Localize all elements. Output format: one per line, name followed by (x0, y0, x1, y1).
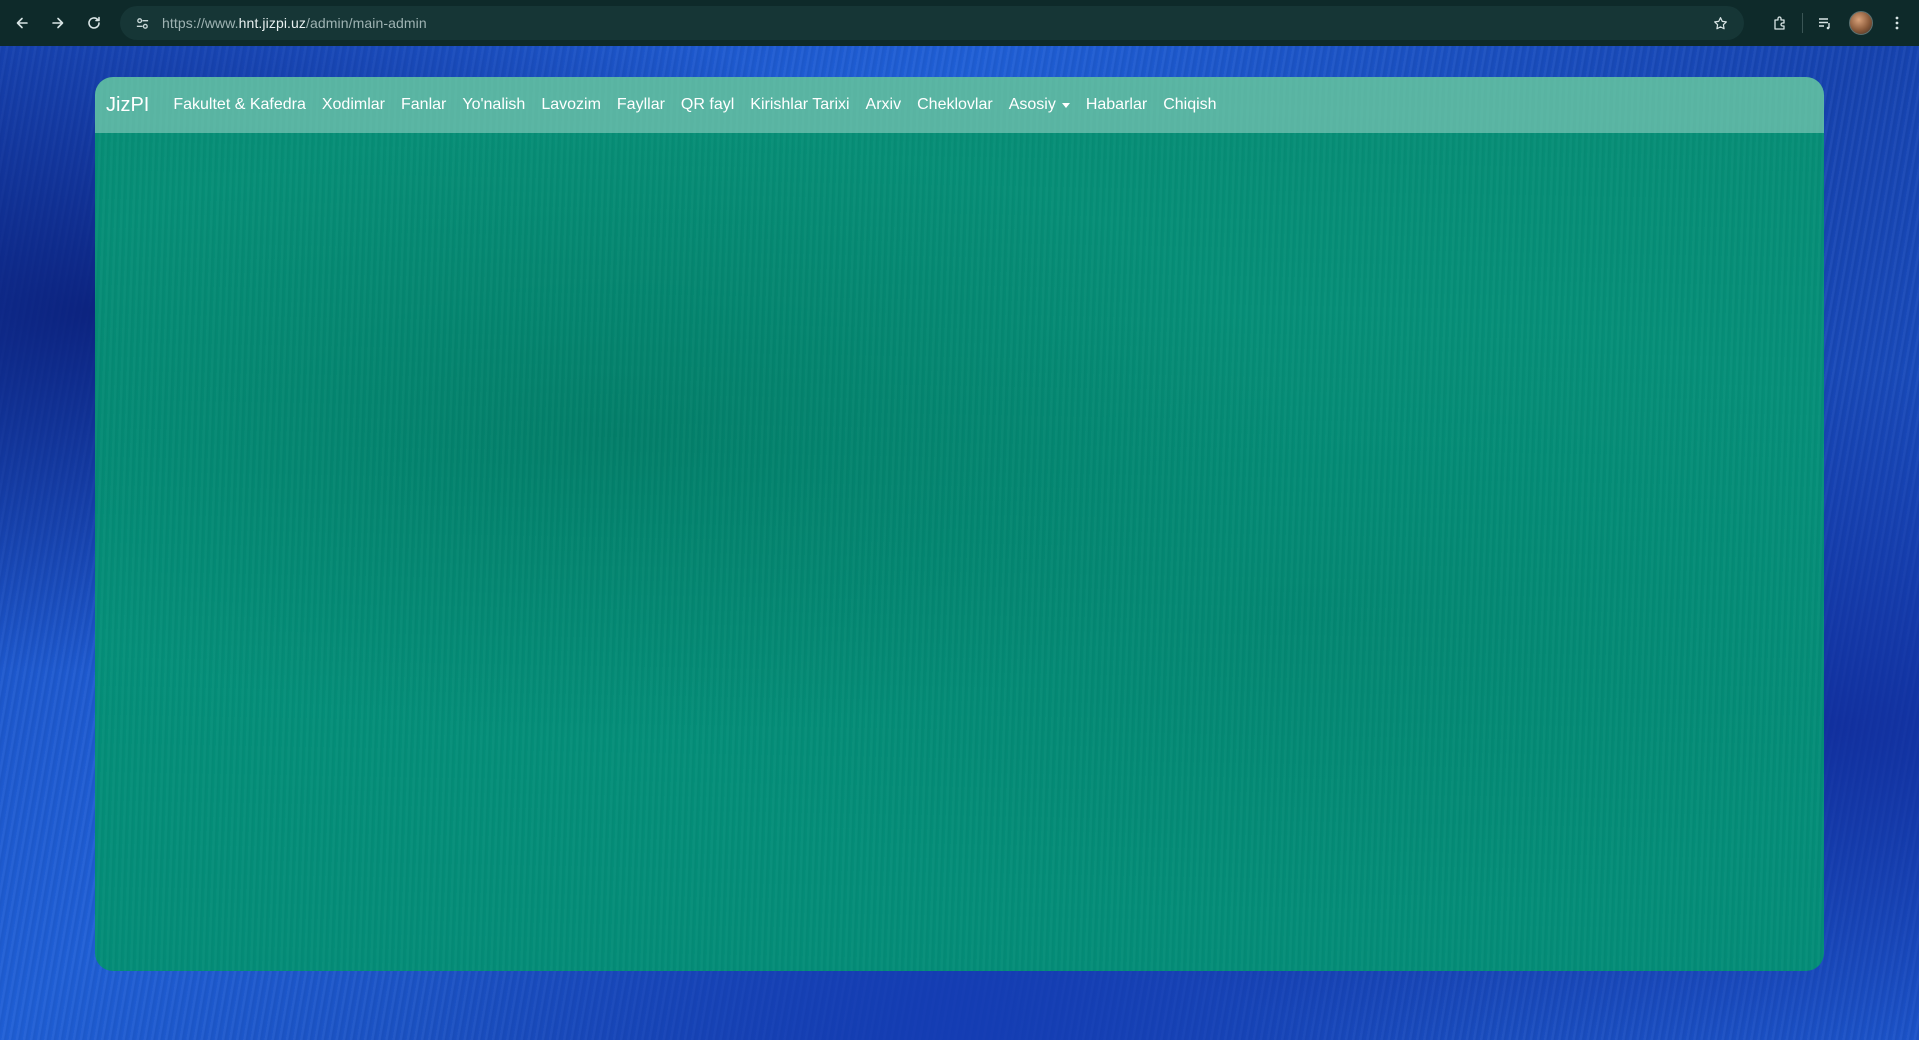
nav-link-kirishlar-tarixi[interactable]: Kirishlar Tarixi (750, 96, 849, 114)
nav-dropdown-label: Asosiy (1008, 96, 1056, 113)
avatar (1849, 11, 1873, 35)
nav-link-qr-fayl[interactable]: QR fayl (681, 96, 734, 114)
nav-dropdown-asosiy[interactable]: Asosiy (1009, 96, 1070, 114)
url-host: hnt.jizpi.uz (238, 15, 307, 31)
browser-right-tools (1762, 0, 1919, 46)
nav-link-lavozim[interactable]: Lavozim (541, 96, 601, 114)
top-navbar: JizPI Fakultet & Kafedra Xodimlar Fanlar… (95, 77, 1824, 133)
nav-link-cheklovlar[interactable]: Cheklovlar (917, 96, 993, 114)
forward-icon[interactable] (40, 5, 76, 41)
url-path: /admin/main-admin (306, 15, 427, 31)
nav-link-arxiv[interactable]: Arxiv (866, 96, 902, 114)
nav-link-xodimlar[interactable]: Xodimlar (322, 96, 385, 114)
reload-icon[interactable] (76, 5, 112, 41)
playlist-icon[interactable] (1807, 5, 1843, 41)
nav-link-fayllar[interactable]: Fayllar (617, 96, 665, 114)
toolbar-divider (1802, 13, 1803, 33)
nav-link-fakultet-kafedra[interactable]: Fakultet & Kafedra (173, 96, 306, 114)
nav-link-yonalish[interactable]: Yo'nalish (462, 96, 525, 114)
kebab-menu-icon[interactable] (1879, 5, 1915, 41)
nav-link-chiqish[interactable]: Chiqish (1163, 96, 1216, 114)
url-text: https://www.hnt.jizpi.uz/admin/main-admi… (162, 15, 427, 31)
puzzle-icon[interactable] (1762, 5, 1798, 41)
browser-toolbar: https://www.hnt.jizpi.uz/admin/main-admi… (0, 0, 1919, 46)
caret-down-icon (1061, 103, 1070, 108)
tune-icon[interactable] (130, 11, 154, 35)
profile-avatar[interactable] (1843, 5, 1879, 41)
address-bar[interactable]: https://www.hnt.jizpi.uz/admin/main-admi… (120, 6, 1744, 40)
brand-logo[interactable]: JizPI (106, 94, 149, 117)
star-icon[interactable] (1708, 11, 1732, 35)
nav-link-fanlar[interactable]: Fanlar (401, 96, 446, 114)
content-area (95, 133, 1824, 971)
nav-link-habarlar[interactable]: Habarlar (1086, 96, 1147, 114)
back-icon[interactable] (4, 5, 40, 41)
main-card: JizPI Fakultet & Kafedra Xodimlar Fanlar… (95, 77, 1824, 971)
url-prefix: https://www. (162, 15, 239, 31)
